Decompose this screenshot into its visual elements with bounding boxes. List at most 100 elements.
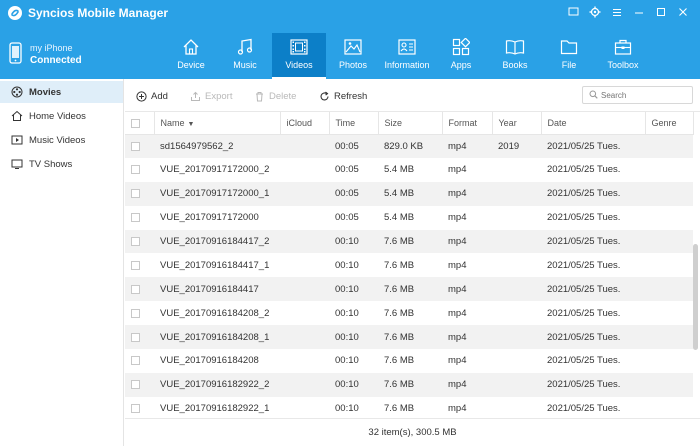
column-header-icloud[interactable]: iCloud xyxy=(280,112,330,135)
row-checkbox-cell[interactable] xyxy=(125,157,154,182)
table-row[interactable]: VUE_20170916184208_1 00:10 7.6 MB mp4 2021/0… xyxy=(125,325,693,350)
tab-toolbox[interactable]: Toolbox xyxy=(596,33,650,79)
date-cell: 2021/05/25 Tues. xyxy=(541,181,645,206)
tab-file[interactable]: File xyxy=(542,33,596,79)
table-row[interactable]: VUE_20170916184417_2 00:10 7.6 MB mp4 2021/0… xyxy=(125,229,693,254)
row-checkbox-cell[interactable] xyxy=(125,134,154,158)
date-cell: 2021/05/25 Tues. xyxy=(541,277,645,302)
time-cell: 00:05 xyxy=(329,181,378,206)
column-header-date[interactable]: Date xyxy=(541,112,646,135)
table-row[interactable]: VUE_20170917172000_2 00:05 5.4 MB mp4 2021/0… xyxy=(125,157,693,182)
row-checkbox-cell[interactable] xyxy=(125,205,154,230)
row-checkbox-cell[interactable] xyxy=(125,277,154,302)
row-checkbox-cell[interactable] xyxy=(125,229,154,254)
row-checkbox[interactable] xyxy=(131,260,140,270)
table-row[interactable]: VUE_20170916184208 00:10 7.6 MB mp4 2021/05/… xyxy=(125,349,693,373)
row-checkbox-cell[interactable] xyxy=(125,349,154,373)
row-checkbox-cell[interactable] xyxy=(125,372,154,397)
column-header-time[interactable]: Time xyxy=(329,112,379,135)
row-checkbox-cell[interactable] xyxy=(125,301,154,326)
table-row[interactable]: VUE_20170916184417_1 00:10 7.6 MB mp4 2021/0… xyxy=(125,253,693,278)
row-checkbox[interactable] xyxy=(131,189,140,199)
search-input[interactable] xyxy=(601,90,691,100)
row-checkbox-cell[interactable] xyxy=(125,253,154,278)
feedback-icon[interactable] xyxy=(564,4,582,20)
column-header-year[interactable]: Year xyxy=(492,112,542,135)
row-checkbox[interactable] xyxy=(131,213,140,223)
column-header-format[interactable]: Format xyxy=(442,112,493,135)
tab-photos[interactable]: Photos xyxy=(326,33,380,79)
tab-label: Apps xyxy=(450,60,472,70)
genre-cell xyxy=(645,396,693,418)
tab-label: Information xyxy=(384,60,430,70)
date-cell: 2021/05/25 Tues. xyxy=(541,325,645,350)
settings-gear-icon[interactable] xyxy=(586,4,604,20)
export-button[interactable]: Export xyxy=(189,90,232,102)
row-checkbox[interactable] xyxy=(131,236,140,246)
scrollbar[interactable] xyxy=(693,244,698,350)
maximize-icon[interactable] xyxy=(652,4,670,20)
icloud-cell xyxy=(280,253,329,278)
tab-music[interactable]: Music xyxy=(218,33,272,79)
row-checkbox[interactable] xyxy=(131,404,140,414)
column-header-name[interactable]: Name ▼ xyxy=(154,112,281,135)
year-cell xyxy=(492,301,541,326)
row-checkbox[interactable] xyxy=(131,380,140,390)
select-all-checkbox-header[interactable] xyxy=(125,112,155,135)
icloud-cell xyxy=(280,301,329,326)
tab-information[interactable]: Information xyxy=(380,33,434,79)
column-header-size[interactable]: Size xyxy=(378,112,443,135)
tv-icon xyxy=(10,158,24,170)
close-icon[interactable] xyxy=(674,4,692,20)
table-row[interactable]: VUE_20170916182922_1 00:10 7.6 MB mp4 2021/0… xyxy=(125,396,693,418)
sidebar-item-label: TV Shows xyxy=(29,158,73,170)
search-box[interactable] xyxy=(582,86,693,104)
row-checkbox[interactable] xyxy=(131,356,140,366)
refresh-label: Refresh xyxy=(334,90,368,102)
genre-cell xyxy=(645,253,693,278)
name-cell: VUE_20170916184417_2 xyxy=(154,229,280,254)
row-checkbox-cell[interactable] xyxy=(125,325,154,350)
phone-icon xyxy=(9,42,22,66)
minimize-icon[interactable] xyxy=(630,4,648,20)
row-checkbox[interactable] xyxy=(131,284,140,294)
table-row[interactable]: VUE_20170917172000 00:05 5.4 MB mp4 2021/05/… xyxy=(125,205,693,230)
device-panel[interactable]: my iPhone Connected xyxy=(0,33,124,79)
sidebar-item-home-videos[interactable]: Home Videos xyxy=(0,105,123,127)
size-cell: 7.6 MB xyxy=(378,277,442,302)
name-cell: VUE_20170917172000 xyxy=(154,205,280,230)
tab-books[interactable]: Books xyxy=(488,33,542,79)
row-checkbox[interactable] xyxy=(131,308,140,318)
name-cell: VUE_20170917172000_2 xyxy=(154,157,280,182)
table-row[interactable]: VUE_20170916182922_2 00:10 7.6 MB mp4 2021/0… xyxy=(125,372,693,397)
refresh-button[interactable]: Refresh xyxy=(318,90,367,102)
row-checkbox[interactable] xyxy=(131,141,140,151)
add-button[interactable]: Add xyxy=(135,90,168,102)
name-cell: sd1564979562_2 xyxy=(154,134,280,158)
row-checkbox[interactable] xyxy=(131,165,140,175)
tab-videos[interactable]: Videos xyxy=(272,33,326,79)
tab-apps[interactable]: Apps xyxy=(434,33,488,79)
table-row[interactable]: sd1564979562_2 00:05 829.0 KB mp4 2019 2021/0… xyxy=(125,134,693,158)
column-header-genre[interactable]: Genre xyxy=(645,112,694,135)
table-row[interactable]: VUE_20170916184208_2 00:10 7.6 MB mp4 2021/0… xyxy=(125,301,693,326)
table-row[interactable]: VUE_20170917172000_1 00:05 5.4 MB mp4 2021/0… xyxy=(125,181,693,206)
toolbox-icon xyxy=(614,37,632,57)
size-cell: 5.4 MB xyxy=(378,157,442,182)
row-checkbox-cell[interactable] xyxy=(125,396,154,418)
table-row[interactable]: VUE_20170916184417 00:10 7.6 MB mp4 2021/05/… xyxy=(125,277,693,302)
select-all-checkbox[interactable] xyxy=(131,118,140,128)
menu-icon[interactable] xyxy=(608,4,626,20)
row-checkbox-cell[interactable] xyxy=(125,181,154,206)
sidebar-item-tv-shows[interactable]: TV Shows xyxy=(0,153,123,175)
name-cell: VUE_20170916184417 xyxy=(154,277,280,302)
row-checkbox[interactable] xyxy=(131,332,140,342)
tab-label: Books xyxy=(502,60,528,70)
format-cell: mp4 xyxy=(442,229,492,254)
sidebar-item-music-videos[interactable]: Music Videos xyxy=(0,129,123,151)
tab-device[interactable]: Device xyxy=(164,33,218,79)
delete-button[interactable]: Delete xyxy=(253,90,296,102)
top-bar: Syncios Mobile Manager my iPhone Connect… xyxy=(0,0,700,79)
sidebar-item-movies[interactable]: Movies xyxy=(0,81,123,103)
size-cell: 5.4 MB xyxy=(378,205,442,230)
